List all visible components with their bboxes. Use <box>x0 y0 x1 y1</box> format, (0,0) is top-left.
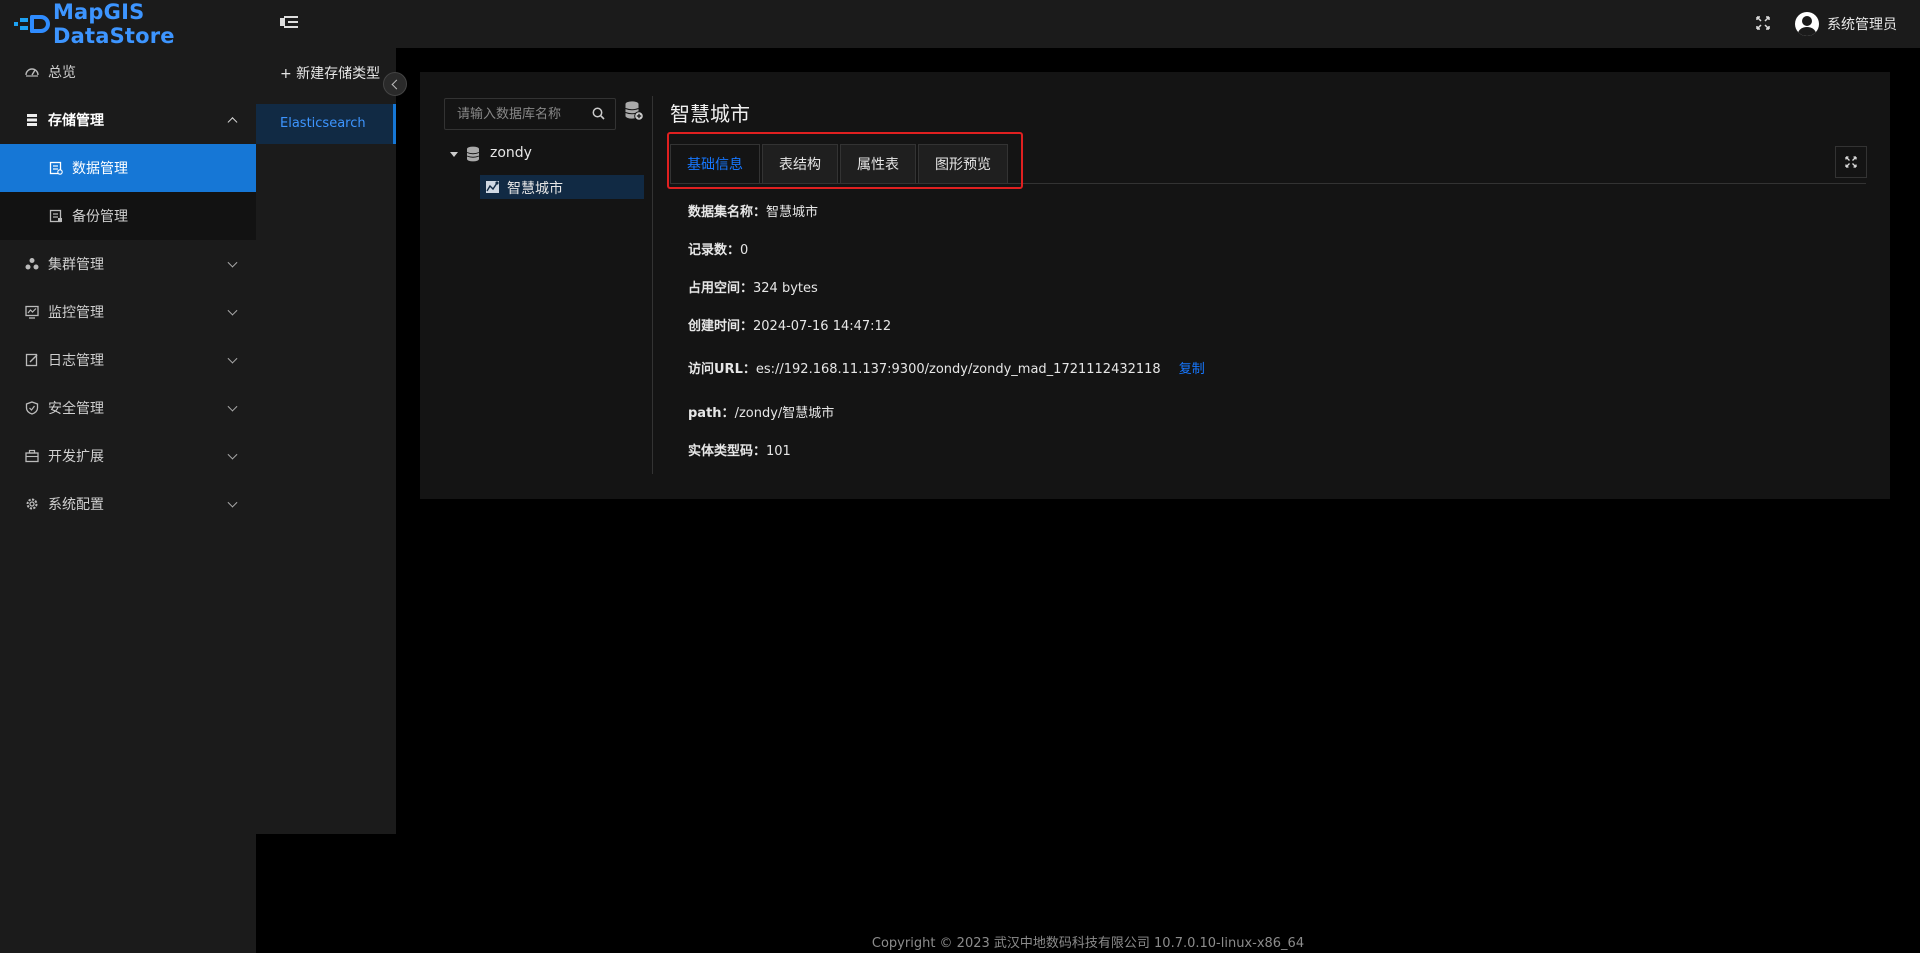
sidebar-item-cluster[interactable]: 集群管理 <box>0 240 256 288</box>
field-value: 智慧城市 <box>766 205 819 220</box>
menu-fold-icon[interactable] <box>280 16 298 32</box>
user-menu[interactable]: 系统管理员 <box>1795 12 1897 36</box>
database-search <box>444 98 616 130</box>
tabs-highlight-box <box>667 132 1023 189</box>
field-label: path： <box>688 406 735 421</box>
fullscreen-icon[interactable] <box>1756 16 1770 30</box>
field-label: 实体类型码： <box>688 444 767 459</box>
field-dataset-name: 数据集名称：智慧城市 <box>688 201 818 220</box>
field-value[interactable]: es://192.168.11.137:9300/zondy/zondy_mad… <box>756 362 1161 377</box>
sidebar-item-backup-management[interactable]: 备份管理 <box>0 192 256 240</box>
field-label: 占用空间： <box>688 281 754 296</box>
sidebar-item-label: 存储管理 <box>48 113 104 129</box>
field-value: 324 bytes <box>753 281 818 296</box>
user-name: 系统管理员 <box>1827 17 1897 33</box>
shield-icon <box>24 400 40 416</box>
chevron-down-icon <box>227 497 238 508</box>
sidebar-item-data-management[interactable]: 数据管理 <box>0 144 256 192</box>
sidebar-item-security[interactable]: 安全管理 <box>0 384 256 432</box>
sidebar-item-storage[interactable]: 存储管理 <box>0 96 256 144</box>
avatar <box>1795 12 1819 36</box>
chevron-down-icon <box>227 401 238 412</box>
field-space-used: 占用空间：324 bytes <box>688 277 818 296</box>
expand-icon <box>1845 156 1857 168</box>
sidebar-item-system-config[interactable]: 系统配置 <box>0 480 256 528</box>
sidebar-item-monitor[interactable]: 监控管理 <box>0 288 256 336</box>
gear-icon <box>24 496 40 512</box>
add-database-icon[interactable] <box>624 100 644 122</box>
expand-button[interactable] <box>1835 146 1867 178</box>
collapse-panel-button[interactable] <box>383 72 407 96</box>
storage-type-panel: + 新建存储类型 Elasticsearch <box>256 48 396 834</box>
search-input[interactable] <box>445 99 585 129</box>
sidebar-item-label: 监控管理 <box>48 305 104 321</box>
field-value: 101 <box>766 444 791 459</box>
field-record-count: 记录数：0 <box>688 239 748 258</box>
sidebar-item-label: 数据管理 <box>72 161 128 177</box>
field-label: 数据集名称： <box>688 205 767 220</box>
cluster-icon <box>24 256 40 272</box>
field-created-time: 创建时间：2024-07-16 14:47:12 <box>688 315 891 334</box>
data-detail-card: zondy 智慧城市 智慧城市 基础信息 表结构 属性表 图形预览 数据集名称：… <box>420 72 1890 499</box>
storage-submenu: 数据管理 备份管理 <box>0 144 256 240</box>
dashboard-icon <box>24 64 40 80</box>
storage-type-elasticsearch[interactable]: Elasticsearch <box>256 104 396 144</box>
logo[interactable]: MapGIS DataStore <box>0 0 256 48</box>
top-header: 系统管理员 <box>256 0 1920 48</box>
field-label: 访问URL： <box>688 362 756 377</box>
new-storage-type-button[interactable]: + 新建存储类型 <box>280 63 380 83</box>
sidebar-item-label: 备份管理 <box>72 209 128 225</box>
search-icon[interactable] <box>592 107 605 120</box>
map-dataset-icon <box>486 181 499 193</box>
monitor-icon <box>24 304 40 320</box>
tree-node-dataset[interactable]: 智慧城市 <box>480 175 644 199</box>
tree-node-label: 智慧城市 <box>507 181 563 197</box>
field-label: 记录数： <box>688 243 741 258</box>
sidebar: MapGIS DataStore 总览 存储管理 数据管理 备份管理 集群管理 … <box>0 0 256 953</box>
field-path: path：/zondy/智慧城市 <box>688 402 834 421</box>
sidebar-item-label: 日志管理 <box>48 353 104 369</box>
sidebar-item-label: 总览 <box>48 65 76 81</box>
chevron-down-icon <box>227 305 238 316</box>
storage-icon <box>24 112 40 128</box>
sidebar-item-overview[interactable]: 总览 <box>0 48 256 96</box>
field-access-url: 访问URL：es://192.168.11.137:9300/zondy/zon… <box>688 358 1205 377</box>
tree-expand-icon[interactable] <box>450 152 458 157</box>
field-value: 0 <box>740 243 749 258</box>
backup-icon <box>48 208 64 224</box>
field-value: /zondy/智慧城市 <box>734 406 835 421</box>
sidebar-item-dev-extension[interactable]: 开发扩展 <box>0 432 256 480</box>
sidebar-item-logs[interactable]: 日志管理 <box>0 336 256 384</box>
chevron-up-icon <box>227 117 238 128</box>
panel-divider <box>652 96 653 474</box>
toolbox-icon <box>24 448 40 464</box>
field-label: 创建时间： <box>688 319 754 334</box>
app-title: MapGIS DataStore <box>52 0 175 48</box>
chevron-down-icon <box>227 353 238 364</box>
tree-node-zondy[interactable]: zondy <box>490 145 532 161</box>
page-title: 智慧城市 <box>670 102 750 126</box>
chevron-down-icon <box>227 257 238 268</box>
copy-link[interactable]: 复制 <box>1179 362 1205 377</box>
field-entity-type-code: 实体类型码：101 <box>688 440 791 459</box>
logo-icon <box>14 14 50 34</box>
log-icon <box>24 352 40 368</box>
sidebar-item-label: 系统配置 <box>48 497 104 513</box>
sidebar-item-label: 安全管理 <box>48 401 104 417</box>
footer-copyright: Copyright © 2023 武汉中地数码科技有限公司 10.7.0.10-… <box>871 936 1305 951</box>
database-icon <box>466 146 480 162</box>
field-value: 2024-07-16 14:47:12 <box>753 319 892 334</box>
data-management-icon <box>48 160 64 176</box>
sidebar-item-label: 集群管理 <box>48 257 104 273</box>
sidebar-item-label: 开发扩展 <box>48 449 104 465</box>
chevron-down-icon <box>227 449 238 460</box>
